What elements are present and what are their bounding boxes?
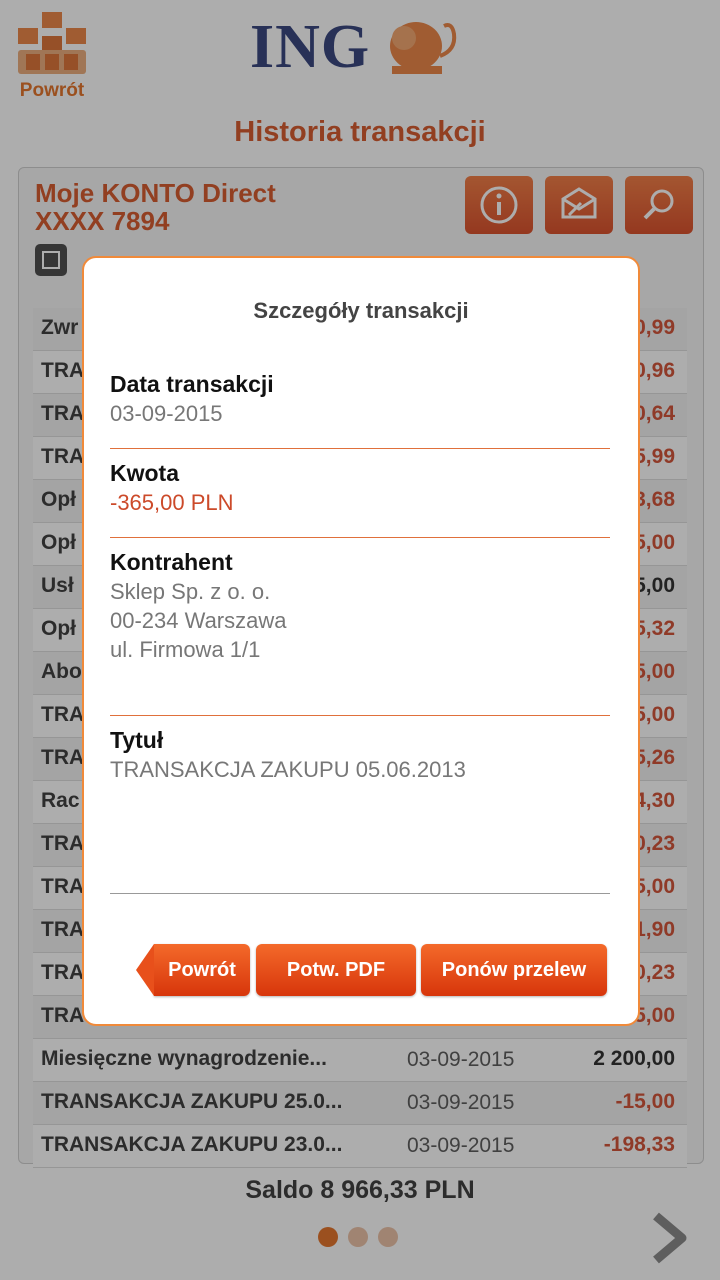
pdf-confirmation-button[interactable]: Potw. PDF xyxy=(256,944,416,996)
counterparty-section: Kontrahent Sklep Sp. z o. o. 00-234 Wars… xyxy=(110,548,610,664)
title-label: Tytuł xyxy=(110,727,164,753)
counterparty-line: ul. Firmowa 1/1 xyxy=(110,637,261,662)
amount-label: Kwota xyxy=(110,460,179,486)
date-label: Data transakcji xyxy=(110,371,274,397)
divider xyxy=(110,448,610,449)
repeat-transfer-button[interactable]: Ponów przelew xyxy=(421,944,607,996)
transaction-details-dialog: Szczegóły transakcji Data transakcji 03-… xyxy=(82,256,640,1026)
divider xyxy=(110,893,610,894)
title-value: TRANSAKCJA ZAKUPU 05.06.2013 xyxy=(110,757,466,782)
dialog-title: Szczegóły transakcji xyxy=(253,298,469,323)
date-section: Data transakcji 03-09-2015 xyxy=(110,370,610,428)
counterparty-line: Sklep Sp. z o. o. xyxy=(110,579,271,604)
divider xyxy=(110,537,610,538)
counterparty-label: Kontrahent xyxy=(110,549,233,575)
amount-section: Kwota -365,00 PLN xyxy=(110,459,610,517)
counterparty-line: 00-234 Warszawa xyxy=(110,608,287,633)
dialog-back-button[interactable]: Powrót xyxy=(136,944,250,996)
date-value: 03-09-2015 xyxy=(110,401,223,426)
divider xyxy=(110,715,610,716)
title-section: Tytuł TRANSAKCJA ZAKUPU 05.06.2013 xyxy=(110,726,610,784)
amount-value: -365,00 PLN xyxy=(110,490,234,515)
